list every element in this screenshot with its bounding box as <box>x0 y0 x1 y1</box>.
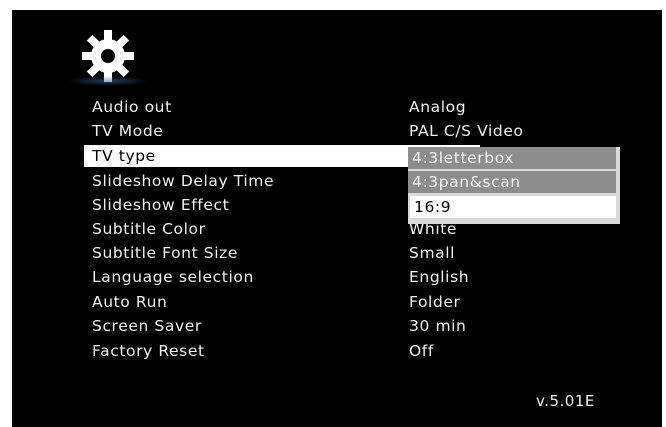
value-auto-run: Folder <box>409 293 461 311</box>
menu-item-screen-saver[interactable]: Screen Saver <box>92 315 202 337</box>
value-screen-saver: 30 min <box>409 317 467 335</box>
value-audio-out: Analog <box>409 98 467 116</box>
menu-item-subtitle-font-size[interactable]: Subtitle Font Size <box>92 242 238 264</box>
menu-item-tv-mode[interactable]: TV Mode <box>92 120 163 142</box>
dropdown-option-16-9[interactable]: 16:9 <box>410 196 616 218</box>
menu-item-slideshow-effect[interactable]: Slideshow Effect <box>92 194 229 216</box>
dropdown-option-4-3-letterbox[interactable]: 4:3letterbox <box>408 147 616 169</box>
value-subtitle-font-size: Small <box>409 244 456 262</box>
menu-item-subtitle-color[interactable]: Subtitle Color <box>92 218 206 240</box>
value-language-selection: English <box>409 268 470 286</box>
firmware-version: v.5.01E <box>536 392 595 410</box>
tv-type-dropdown[interactable]: 4:3letterbox 4:3pan&scan 16:9 <box>408 147 620 224</box>
menu-item-factory-reset[interactable]: Factory Reset <box>92 340 205 362</box>
dropdown-option-4-3-pan-scan[interactable]: 4:3pan&scan <box>408 171 616 193</box>
settings-screen: Audio out TV Mode TV type Slideshow Dela… <box>12 10 662 427</box>
icon-glow <box>67 76 149 86</box>
menu-item-auto-run[interactable]: Auto Run <box>92 291 167 313</box>
menu-item-slideshow-delay-time[interactable]: Slideshow Delay Time <box>92 170 274 192</box>
value-factory-reset: Off <box>409 342 434 360</box>
value-tv-mode: PAL C/S Video <box>409 122 524 140</box>
menu-item-audio-out[interactable]: Audio out <box>92 96 172 118</box>
menu-item-language-selection[interactable]: Language selection <box>92 266 254 288</box>
